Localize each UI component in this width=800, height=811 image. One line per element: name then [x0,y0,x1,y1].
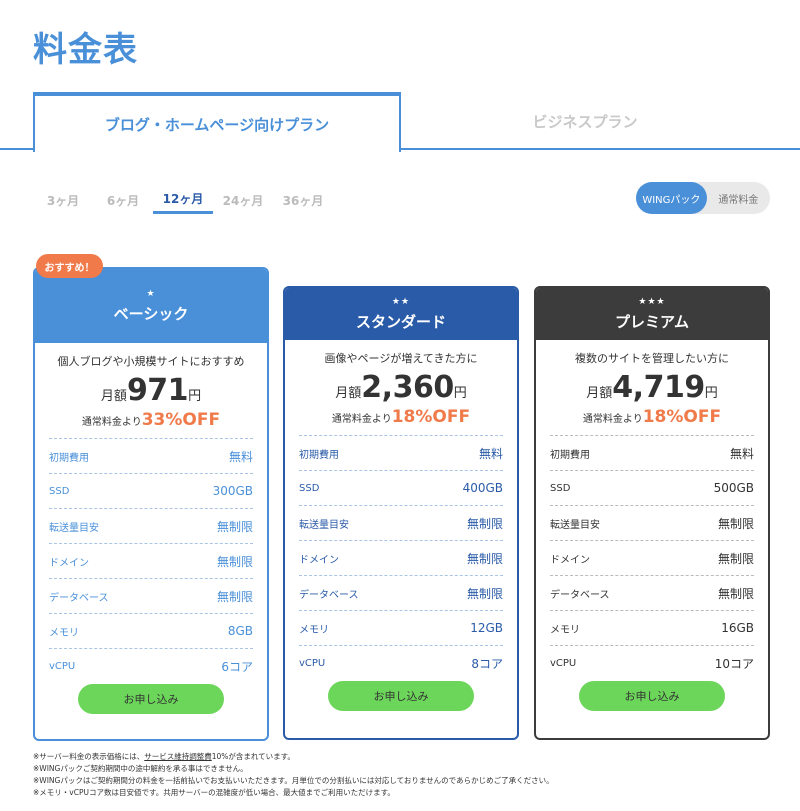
star-icon: ★ [146,288,156,299]
spec-row-transfer: 転送量目安 無制限 [49,509,253,544]
note-3: ※WINGパックはご契約期間分の料金を一括前払いでお支払いいただきます。月単位で… [33,776,554,785]
spec-row-domain: ドメイン 無制限 [49,544,253,579]
spec-row-domain: ドメイン 無制限 [550,541,754,576]
discount-value: 18%OFF [642,407,722,427]
spec-row-initial-fee: 初期費用 無料 [550,436,754,471]
plan-card-premium: ★★★ プレミアム 複数のサイトを管理したい方に 月額4,719円 通常料金より… [534,286,770,740]
plan-discount: 通常料金より18%OFF [331,407,471,427]
plan-price: 月額4,719円 [586,370,718,405]
price-value: 4,719 [612,370,705,405]
plan-discount: 通常料金より33%OFF [81,410,221,430]
spec-list: 初期費用 無料 SSD 400GB 転送量目安 無制限 ドメイン 無制限 データベース無… [299,435,503,681]
spec-row-ssd: SSD 400GB [299,471,503,506]
main-tabs: ブログ・ホームページ向けプラン ビジネスプラン [0,92,800,152]
apply-button-standard[interactable]: お申し込み [328,681,474,711]
spec-list: 初期費用 無料 SSD 500GB 転送量目安 無制限 ドメイン 無制限 データベース無… [550,435,754,681]
page-title: 料金表 [33,30,138,70]
plan-tagline: 複数のサイトを管理したい方に [575,352,729,365]
spec-row-initial-fee: 初期費用 無料 [49,439,253,474]
tab-blog-plan[interactable]: ブログ・ホームページ向けプラン [33,92,401,152]
plan-card-header: ★★ スタンダード [285,288,517,340]
period-tab-3m[interactable]: 3ヶ月 [33,186,93,214]
spec-row-database: データベース 無制限 [49,579,253,614]
star-icon: ★★★ [638,296,666,307]
apply-button-premium[interactable]: お申し込み [579,681,725,711]
footnotes: ※サーバー料金の表示価格には、サービス維持調整費10%が含まれています。 ※WI… [33,751,773,799]
period-tab-12m[interactable]: 12ヶ月 [153,186,213,214]
plan-price: 月額971円 [100,373,202,408]
plan-price: 月額2,360円 [335,370,467,405]
spec-row-memory: メモリ 12GB [299,611,503,646]
plan-name: スタンダード [355,312,446,331]
spec-row-ssd: SSD 500GB [550,471,754,506]
period-tabs: 3ヶ月 6ヶ月 12ヶ月 24ヶ月 36ヶ月 [33,186,333,214]
plan-discount: 通常料金より18%OFF [582,407,722,427]
plan-name: ベーシック [113,304,189,323]
toggle-regular-price[interactable]: 通常料金 [707,182,770,214]
discount-value: 33%OFF [141,410,221,430]
tab-business-plan[interactable]: ビジネスプラン [401,92,769,150]
spec-row-database: データベース 無制限 [550,576,754,611]
spec-row-vcpu: vCPU 8コア [299,657,503,671]
price-value: 971 [126,373,189,408]
note-2: ※WINGパックご契約期間中の途中解約を承る事はできません。 [33,764,248,773]
note-4: ※メモリ・vCPUコア数は目安値です。共用サーバーの混雑度が低い場合、最大値まで… [33,788,395,797]
toggle-wing-pack[interactable]: WINGパック [636,182,707,214]
recommend-badge: おすすめ！ [36,254,103,278]
price-value: 2,360 [361,370,454,405]
period-tab-6m[interactable]: 6ヶ月 [93,186,153,214]
spec-row-database: データベース 無制限 [299,576,503,611]
spec-row-ssd: SSD 300GB [49,474,253,509]
plan-name: プレミアム [615,312,689,331]
spec-row-memory: メモリ 8GB [49,614,253,649]
plan-tagline: 個人ブログや小規模サイトにおすすめ [57,355,245,368]
discount-value: 18%OFF [391,407,471,427]
spec-row-transfer: 転送量目安 無制限 [299,506,503,541]
spec-row-memory: メモリ 16GB [550,611,754,646]
note-1: ※サーバー料金の表示価格には、サービス維持調整費10%が含まれています。 [33,752,295,761]
apply-button-basic[interactable]: お申し込み [78,684,224,714]
spec-list: 初期費用 無料 SSD 300GB 転送量目安 無制限 ドメイン 無制限 データベース無… [49,438,253,684]
spec-row-vcpu: vCPU 10コア [550,657,754,671]
plan-card-header: ★★★ プレミアム [536,288,768,340]
star-icon: ★★ [391,296,411,307]
period-tab-36m[interactable]: 36ヶ月 [273,186,333,214]
price-type-toggle: WINGパック 通常料金 [636,182,770,214]
plan-tagline: 画像やページが増えてきた方に [324,352,478,365]
spec-row-transfer: 転送量目安 無制限 [550,506,754,541]
plan-card-standard: ★★ スタンダード 画像やページが増えてきた方に 月額2,360円 通常料金より… [283,286,519,740]
period-tab-24m[interactable]: 24ヶ月 [213,186,273,214]
spec-row-initial-fee: 初期費用 無料 [299,436,503,471]
plan-card-basic: ★ ベーシック 個人ブログや小規模サイトにおすすめ 月額971円 通常料金より3… [33,267,269,741]
service-fee-link[interactable]: サービス維持調整費 [144,752,212,761]
plan-card-header: ★ ベーシック [35,269,267,343]
spec-row-domain: ドメイン 無制限 [299,541,503,576]
spec-row-vcpu: vCPU 6コア [49,660,253,674]
